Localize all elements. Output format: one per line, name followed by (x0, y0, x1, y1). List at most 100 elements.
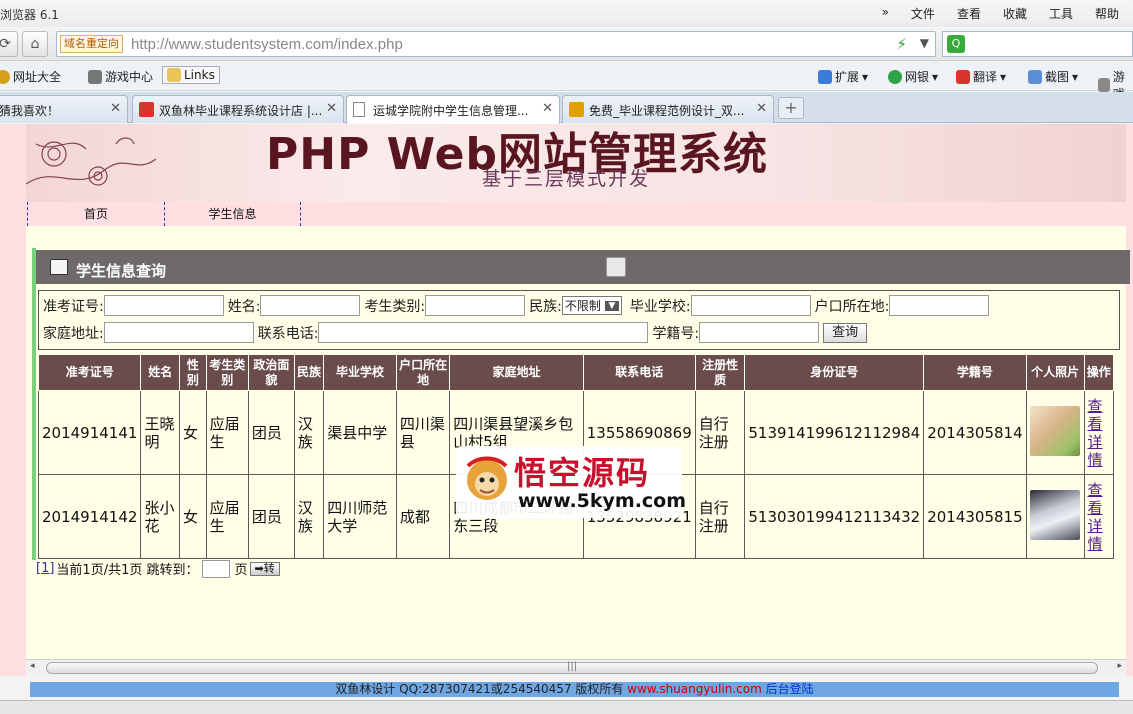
cell-hukou: 成都 (395, 474, 451, 559)
scroll-right-icon[interactable]: ▸ (1117, 661, 1122, 671)
cell-action: 查看详情 (1083, 390, 1115, 475)
cell-politics: 团员 (247, 390, 295, 475)
url-text[interactable]: http://www.studentsystem.com/index.php (131, 36, 403, 53)
window-titlebar: 浏览器 6.1 » 文件 查看 收藏 工具 帮助 (0, 0, 1133, 27)
view-details-link[interactable]: 查看详情 (1088, 397, 1103, 469)
tool-banking[interactable]: 网银 ▾ (888, 68, 938, 85)
col-hukou: 户口所在地 (395, 354, 451, 391)
dropdown-chevron-icon[interactable]: ▼ (920, 36, 929, 50)
view-details-link[interactable]: 查看详情 (1088, 481, 1103, 553)
lightning-icon[interactable]: ⚡ (896, 35, 907, 53)
hukou-input[interactable] (889, 295, 990, 316)
menu-favorites[interactable]: 收藏 (1003, 5, 1027, 22)
watermark-title: 悟空源码 (514, 454, 651, 492)
col-address: 家庭地址 (449, 354, 584, 391)
col-politics: 政治面貌 (247, 354, 295, 391)
close-icon[interactable]: ✕ (326, 101, 337, 116)
page-jump-input[interactable] (202, 559, 231, 578)
home-icon[interactable]: ⌂ (22, 31, 48, 57)
window-title: 浏览器 6.1 (0, 8, 59, 22)
horizontal-scrollbar[interactable]: ◂ ||| ▸ (26, 659, 1126, 676)
tool-translate[interactable]: 翻译 ▾ (956, 68, 1006, 85)
col-id-no: 身份证号 (744, 354, 925, 391)
fav-item-games[interactable]: 游戏中心 (88, 68, 153, 85)
chevron-down-icon: ▼ (604, 300, 619, 311)
menu-view[interactable]: 查看 (957, 5, 981, 22)
cell-category: 应届生 (205, 390, 249, 475)
nav-item-home[interactable]: 首页 (27, 202, 164, 226)
menu-tools[interactable]: 工具 (1049, 5, 1073, 22)
search-engine-icon[interactable]: Q (947, 35, 965, 53)
translate-icon (956, 69, 970, 84)
cell-exam-no: 2014914141 (37, 390, 142, 475)
col-photo: 个人照片 (1025, 354, 1085, 391)
panel-title: 学生信息查询 (76, 262, 167, 280)
school-input[interactable] (690, 295, 811, 316)
shield-icon (888, 69, 902, 84)
cell-photo (1025, 390, 1085, 475)
col-school: 毕业学校 (323, 354, 397, 391)
tab-0[interactable]: 猜我喜欢！ ✕ (0, 95, 128, 123)
globe-icon (0, 69, 10, 84)
label-address: 家庭地址: (43, 325, 104, 342)
category-input[interactable] (425, 295, 526, 316)
search-form: 准考证号: 姓名: 考生类别: 民族: 不限制 ▼ 毕业学校: 户口所在地: 家庭… (38, 290, 1120, 350)
status-bar (0, 700, 1133, 714)
footer-admin-link[interactable]: 后台登陆 (766, 682, 814, 696)
screenshot-icon (1028, 69, 1042, 84)
fav-item-links[interactable]: Links (162, 66, 220, 84)
menu-file[interactable]: 文件 (911, 5, 935, 22)
go-button[interactable]: ➡转 (249, 561, 280, 576)
new-tab-button[interactable]: + (778, 97, 804, 119)
tool-extensions[interactable]: 扩展 ▾ (818, 68, 868, 85)
site-icon (569, 102, 584, 117)
close-icon[interactable]: ✕ (110, 101, 121, 116)
redirect-badge[interactable]: 域名重定向 (60, 35, 123, 53)
pagination: [1] 当前1页/共1页 跳转到： 页 ➡转 (36, 559, 280, 578)
scroll-left-icon[interactable]: ◂ (30, 661, 35, 671)
search-input[interactable]: Q (942, 31, 1133, 57)
fav-item-sites[interactable]: 网址大全 (0, 68, 61, 85)
page-link[interactable]: [1] (36, 561, 54, 576)
col-reg-type: 注册性质 (694, 354, 746, 391)
footer-site-link[interactable]: www.shuangyulin.com (627, 682, 762, 696)
cell-reg-type: 自行注册 (694, 474, 746, 559)
query-button[interactable]: 查询 (823, 322, 868, 343)
close-icon[interactable]: ✕ (542, 101, 553, 116)
cell-gender: 女 (179, 474, 207, 559)
label-category: 考生类别: (364, 298, 426, 315)
student-photo[interactable] (1030, 405, 1081, 456)
close-icon[interactable]: ✕ (756, 101, 767, 116)
banner-subtitle: 基于三层模式开发 (482, 168, 651, 190)
scroll-thumb[interactable]: ||| (46, 661, 1098, 674)
print-icon[interactable] (606, 257, 626, 277)
site-banner: PHP Web网站管理系统 基于三层模式开发 (26, 124, 1126, 202)
cell-category: 应届生 (205, 474, 249, 559)
nav-item-students[interactable]: 学生信息 (164, 202, 301, 226)
menu-chevron-icon[interactable]: » (882, 5, 889, 22)
watermark-overlay: 悟空源码 www.5kym.com (456, 446, 686, 518)
footer-copyright: 双鱼林设计 QQ:287307421或254540457 版权所有 (335, 682, 624, 696)
label-name: 姓名: (227, 298, 261, 315)
nav-bar: 首页 学生信息 (26, 202, 1126, 226)
label-exam-no: 准考证号: (43, 298, 104, 315)
label-hukou: 户口所在地: (814, 298, 890, 315)
address-bar[interactable]: 域名重定向 http://www.studentsystem.com/index… (56, 31, 936, 57)
label-ethnicity: 民族: (529, 298, 562, 315)
reg-no-input[interactable] (699, 322, 820, 343)
ethnicity-select[interactable]: 不限制 ▼ (561, 296, 622, 315)
menu-help[interactable]: 帮助 (1095, 5, 1119, 22)
refresh-icon[interactable]: ⟳ (0, 31, 18, 57)
phone-input[interactable] (318, 322, 649, 343)
cell-id-no: 513030199412113432 (744, 474, 925, 559)
address-input[interactable] (103, 322, 254, 343)
url-path: /index.php (333, 36, 403, 53)
cell-gender: 女 (179, 390, 207, 475)
cell-reg-no: 2014305814 (923, 390, 1027, 475)
student-photo[interactable] (1030, 489, 1081, 540)
exam-no-input[interactable] (103, 295, 224, 316)
tool-screenshot[interactable]: 截图 ▾ (1028, 68, 1078, 85)
cell-action: 查看详情 (1083, 474, 1115, 559)
cell-ethnicity: 汉族 (293, 474, 325, 559)
name-input[interactable] (260, 295, 361, 316)
